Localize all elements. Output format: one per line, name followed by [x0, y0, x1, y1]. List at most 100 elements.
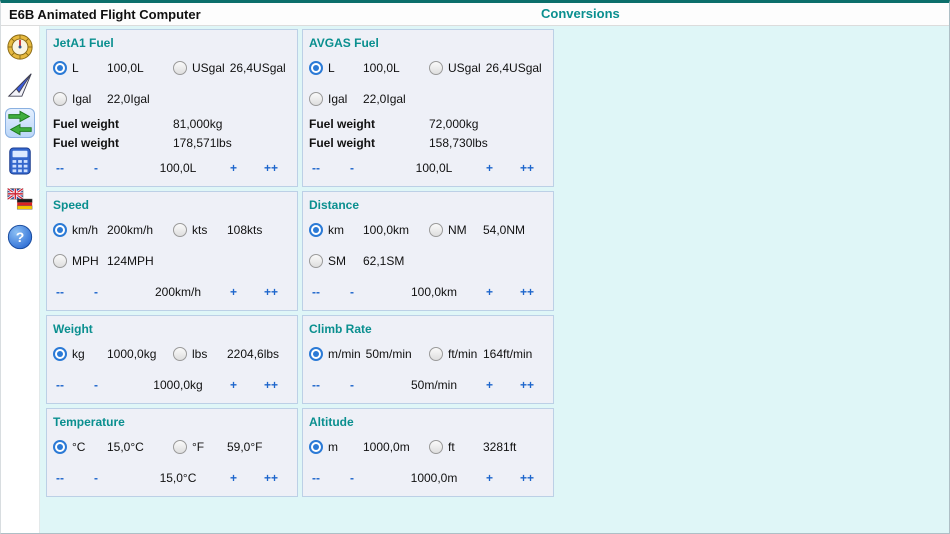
decrement-large-button[interactable]: --	[309, 161, 347, 175]
radio-weight-kg[interactable]	[53, 346, 67, 361]
increment-button[interactable]: +	[483, 285, 517, 299]
increment-large-button[interactable]: ++	[517, 161, 547, 175]
stepper: -- - 1000,0kg + ++	[53, 371, 291, 399]
stepper-value: 100,0L	[159, 161, 197, 175]
unit-label[interactable]: m/min	[328, 347, 361, 361]
option-row: Igal 22,0Igal	[309, 83, 547, 114]
decrement-large-button[interactable]: --	[53, 285, 91, 299]
unit-label[interactable]: ft/min	[448, 347, 478, 361]
unit-label[interactable]: USgal	[448, 61, 481, 75]
info-row: Fuel weight 81,000kg	[53, 114, 291, 133]
question-mark-glyph: ?	[16, 229, 25, 245]
decrement-large-button[interactable]: --	[53, 471, 91, 485]
stepper: -- - 100,0L + ++	[309, 154, 547, 182]
radio-climb-rate-m-min[interactable]	[309, 346, 323, 361]
stepper: -- - 100,0km + ++	[309, 278, 547, 306]
sidebar-item-conversions[interactable]	[5, 108, 35, 138]
decrement-large-button[interactable]: --	[309, 471, 347, 485]
radio-altitude-m[interactable]	[309, 439, 323, 454]
unit-label[interactable]: NM	[448, 223, 478, 237]
unit-label[interactable]: km/h	[72, 223, 102, 237]
stepper: -- - 100,0L + ++	[53, 154, 291, 182]
increment-large-button[interactable]: ++	[261, 378, 291, 392]
unit-label[interactable]: MPH	[72, 254, 102, 268]
unit-label[interactable]: ft	[448, 440, 478, 454]
radio-avgas-fuel-l[interactable]	[309, 60, 323, 75]
radio-jeta1-fuel-igal[interactable]	[53, 91, 67, 106]
panel-weight: Weight kg 1000,0kg lbs 2204,6lbs -- - 1000,0kg +…	[46, 315, 298, 404]
decrement-button[interactable]: -	[91, 378, 129, 392]
increment-button[interactable]: +	[227, 161, 261, 175]
unit-label[interactable]: Igal	[72, 92, 102, 106]
increment-button[interactable]: +	[227, 285, 261, 299]
unit-label[interactable]: kg	[72, 347, 102, 361]
increment-large-button[interactable]: ++	[517, 471, 547, 485]
sidebar-item-flight-plan[interactable]	[5, 70, 35, 100]
unit-option-ft-min: ft/min 164ft/min	[429, 346, 547, 361]
decrement-large-button[interactable]: --	[53, 378, 91, 392]
unit-label[interactable]: lbs	[192, 347, 222, 361]
increment-button[interactable]: +	[483, 378, 517, 392]
decrement-button[interactable]: -	[347, 471, 385, 485]
unit-label[interactable]: USgal	[192, 61, 225, 75]
decrement-button[interactable]: -	[347, 161, 385, 175]
unit-label[interactable]: °C	[72, 440, 102, 454]
unit-label[interactable]: kts	[192, 223, 222, 237]
decrement-large-button[interactable]: --	[53, 161, 91, 175]
increment-large-button[interactable]: ++	[261, 471, 291, 485]
unit-label[interactable]: km	[328, 223, 358, 237]
unit-label[interactable]: L	[72, 61, 102, 75]
radio-climb-rate-ft-min[interactable]	[429, 346, 443, 361]
sidebar-item-calculator[interactable]	[5, 146, 35, 176]
unit-label[interactable]: L	[328, 61, 358, 75]
unit-value: 15,0°C	[107, 439, 144, 454]
radio-distance-km[interactable]	[309, 222, 323, 237]
radio-jeta1-fuel-l[interactable]	[53, 60, 67, 75]
unit-label[interactable]: m	[328, 440, 358, 454]
decrement-button[interactable]: -	[347, 378, 385, 392]
unit-option-usgal: USgal 26,4USgal	[173, 60, 291, 75]
radio-weight-lbs[interactable]	[173, 346, 187, 361]
page-title: Conversions	[541, 6, 620, 21]
radio-speed-km-h[interactable]	[53, 222, 67, 237]
radio-speed-mph[interactable]	[53, 253, 67, 268]
sidebar-item-e6b-computer[interactable]	[5, 32, 35, 62]
unit-value: 100,0km	[363, 222, 410, 237]
unit-value: 26,4USgal	[229, 60, 286, 75]
decrement-large-button[interactable]: --	[309, 285, 347, 299]
increment-button[interactable]: +	[483, 471, 517, 485]
option-row: km/h 200km/h kts 108kts	[53, 214, 291, 245]
increment-button[interactable]: +	[227, 471, 261, 485]
decrement-button[interactable]: -	[91, 471, 129, 485]
radio-distance-nm[interactable]	[429, 222, 443, 237]
increment-button[interactable]: +	[227, 378, 261, 392]
radio-temperature-c[interactable]	[53, 439, 67, 454]
radio-speed-kts[interactable]	[173, 222, 187, 237]
radio-altitude-ft[interactable]	[429, 439, 443, 454]
radio-avgas-fuel-igal[interactable]	[309, 91, 323, 106]
stepper-value: 1000,0m	[410, 471, 458, 485]
decrement-button[interactable]: -	[91, 285, 129, 299]
unit-value: 50m/min	[365, 346, 412, 361]
decrement-large-button[interactable]: --	[309, 378, 347, 392]
sidebar-item-language[interactable]	[5, 184, 35, 214]
decrement-button[interactable]: -	[91, 161, 129, 175]
increment-large-button[interactable]: ++	[517, 285, 547, 299]
radio-distance-sm[interactable]	[309, 253, 323, 268]
radio-jeta1-fuel-usgal[interactable]	[173, 60, 187, 75]
unit-option-c: °C 15,0°C	[53, 439, 173, 454]
increment-button[interactable]: +	[483, 161, 517, 175]
option-row: MPH 124MPH	[53, 245, 291, 276]
unit-label[interactable]: °F	[192, 440, 222, 454]
decrement-button[interactable]: -	[347, 285, 385, 299]
radio-temperature-f[interactable]	[173, 439, 187, 454]
unit-value: 2204,6lbs	[227, 346, 280, 361]
increment-large-button[interactable]: ++	[517, 378, 547, 392]
unit-value: 108kts	[227, 222, 263, 237]
increment-large-button[interactable]: ++	[261, 285, 291, 299]
sidebar-item-help[interactable]: ?	[5, 222, 35, 252]
increment-large-button[interactable]: ++	[261, 161, 291, 175]
unit-label[interactable]: Igal	[328, 92, 358, 106]
radio-avgas-fuel-usgal[interactable]	[429, 60, 443, 75]
unit-label[interactable]: SM	[328, 254, 358, 268]
